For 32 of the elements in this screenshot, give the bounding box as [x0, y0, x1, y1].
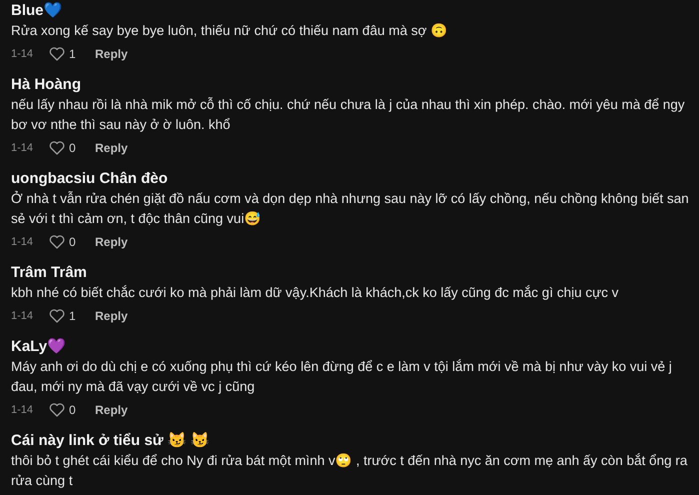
comment-author[interactable]: Trâm Trâm — [11, 263, 689, 283]
heart-icon[interactable] — [49, 235, 65, 249]
comment-text: Rửa xong kế say bye bye luôn, thiếu nữ chứ có thiếu nam đâu mà sợ 🙃 — [11, 22, 448, 40]
comment-text: Ở nhà t vẫn rửa chén giặt đồ nấu cơm và dọn dẹp nhà nhưng sau này lỡ có lấy chồng, nếu chồng không biết san sẻ với t thì cảm ơn, t độc thân cũng vui😅 — [11, 190, 689, 228]
heart-icon[interactable] — [49, 403, 65, 417]
comment-date: 1-14 — [11, 236, 34, 248]
like-count: 1 — [69, 309, 76, 323]
comment-author[interactable]: Hà Hoàng — [11, 75, 689, 95]
comment-date: 1-14 — [11, 404, 34, 416]
reply-link[interactable]: Reply — [95, 141, 128, 155]
like-count: 1 — [69, 47, 76, 61]
like-count: 0 — [69, 235, 76, 249]
comment-date: 1-14 — [11, 48, 34, 60]
heart-icon[interactable] — [49, 47, 65, 61]
reply-link[interactable]: Reply — [95, 235, 128, 249]
comment-date: 1-14 — [11, 310, 34, 322]
comment-author[interactable]: KaLy💜 — [11, 337, 689, 357]
heart-icon[interactable] — [49, 141, 65, 155]
reply-link[interactable]: Reply — [95, 309, 128, 323]
comment-text: kbh nhé có biết chắc cưới ko mà phải làm dữ vậy.Khách là khách,ck ko lấy cũng đc mắc gì chịu cực v — [11, 284, 620, 302]
like-count: 0 — [69, 141, 76, 155]
comment-author[interactable]: Blue💙 — [11, 1, 689, 21]
like-count: 0 — [69, 403, 76, 417]
comment-date: 1-14 — [11, 142, 34, 154]
comment-author[interactable]: Cái này link ở tiểu sử 😼 😼 — [11, 431, 689, 451]
comment-text: thôi bỏ t ghét cái kiểu để cho Ny đi rửa bát một mình v🙄 , trước t đến nhà nyc ăn cơm mẹ anh ấy còn bắt ổng ra rửa cùng t — [11, 452, 688, 490]
heart-icon[interactable] — [49, 309, 65, 323]
comment-author[interactable]: uongbacsiu Chân đèo — [11, 169, 689, 189]
comment-text: Máy anh ơi do dù chị e có xuống phụ thì cứ kéo lên đừng để c e làm v tội lắm mới về mà bị như vày ko vui vẻ j đau, mới ny mà đã vạy cưới về vc j cũng — [11, 358, 673, 396]
reply-link[interactable]: Reply — [95, 403, 128, 417]
reply-link[interactable]: Reply — [95, 47, 128, 61]
comment-text: nếu lấy nhau rồi là nhà mik mở cỗ thì cố chịu. chứ nếu chưa là j của nhau thì xin phép. chào. mới yêu mà để ngy bơ vơ nthe thì sau này ở ờ luôn. khổ — [11, 96, 686, 134]
